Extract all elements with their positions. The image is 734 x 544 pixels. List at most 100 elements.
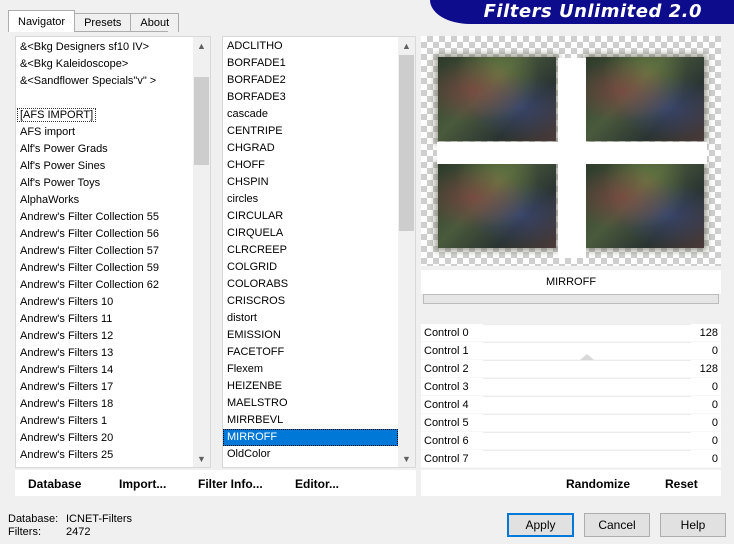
category-item[interactable]: AlphaWorks	[16, 192, 193, 209]
control-slider-row[interactable]: Control 2 128	[421, 354, 721, 378]
control-track[interactable]	[483, 396, 691, 397]
scroll-thumb[interactable]	[399, 55, 414, 231]
filter-item[interactable]: ADCLITHO	[223, 38, 398, 55]
tab-presets[interactable]: Presets	[74, 13, 132, 32]
filter-item[interactable]: EMISSION	[223, 327, 398, 344]
category-item[interactable]: Andrew's Filters 11	[16, 311, 193, 328]
control-slider-row[interactable]: Control 1 0	[421, 342, 721, 360]
filter-item-label: ADCLITHO	[227, 40, 283, 52]
category-item[interactable]: Andrew's Filters 20	[16, 430, 193, 447]
help-button[interactable]: Help	[660, 513, 726, 537]
filter-item[interactable]: BORFADE2	[223, 72, 398, 89]
category-item[interactable]: &<Bkg Kaleidoscope>	[16, 56, 193, 73]
category-item[interactable]: &<Bkg Designers sf10 IV>	[16, 39, 193, 56]
filter-item[interactable]: CIRQUELA	[223, 225, 398, 242]
filter-item[interactable]: CHGRAD	[223, 140, 398, 157]
scroll-up-icon[interactable]: ▲	[193, 37, 210, 54]
filter-item[interactable]: HEIZENBE	[223, 378, 398, 395]
scroll-thumb[interactable]	[194, 77, 209, 165]
filter-item[interactable]: distort	[223, 310, 398, 327]
category-item[interactable]: Andrew's Filter Collection 62	[16, 277, 193, 294]
control-track[interactable]	[483, 342, 691, 343]
category-item-label: &<Sandflower Specials"v" >	[20, 75, 157, 87]
filter-item[interactable]: MIRROFF	[223, 429, 398, 446]
filter-item[interactable]: FACETOFF	[223, 344, 398, 361]
control-track[interactable]	[483, 414, 691, 415]
filter-item[interactable]: CENTRIPE	[223, 123, 398, 140]
filter-item[interactable]: CLRCREEP	[223, 242, 398, 259]
control-track[interactable]	[483, 432, 691, 433]
category-item[interactable]: Andrew's Filters 10	[16, 294, 193, 311]
control-track[interactable]	[483, 450, 691, 451]
category-item-label: [AFS IMPORT]	[16, 108, 97, 122]
scroll-down-icon[interactable]: ▼	[398, 450, 415, 467]
category-item[interactable]: Andrew's Filters 14	[16, 362, 193, 379]
filter-scrollbar[interactable]: ▲ ▼	[398, 37, 415, 467]
filter-item[interactable]: COLGRID	[223, 259, 398, 276]
filter-item[interactable]: BORFADE3	[223, 89, 398, 106]
category-item[interactable]: Andrew's Filter Collection 59	[16, 260, 193, 277]
category-item-label: Alf's Power Sines	[20, 160, 106, 172]
category-list[interactable]: &<Bkg Designers sf10 IV> &<Bkg Kaleidosco…	[15, 36, 211, 468]
category-item[interactable]: AFS import	[16, 124, 193, 141]
scroll-down-icon[interactable]: ▼	[193, 450, 210, 467]
category-item[interactable]: Andrew's Filters 17	[16, 379, 193, 396]
filter-item[interactable]: Flexem	[223, 361, 398, 378]
category-item[interactable]: Andrew's Filters 25	[16, 447, 193, 464]
control-slider-row[interactable]: Control 7 0	[421, 450, 721, 468]
category-scrollbar[interactable]: ▲ ▼	[193, 37, 210, 467]
editor-button[interactable]: Editor...	[295, 475, 339, 493]
filter-item-label: MAELSTRO	[227, 397, 288, 409]
filter-item[interactable]: MIRRBEVL	[223, 412, 398, 429]
category-item[interactable]: Andrew's Filter Collection 57	[16, 243, 193, 260]
filter-item-label: CHSPIN	[227, 176, 269, 188]
filter-item[interactable]: COLORABS	[223, 276, 398, 293]
category-item[interactable]	[16, 90, 193, 107]
category-item-label: Andrew's Filter Collection 55	[20, 211, 160, 223]
randomize-button[interactable]: Randomize	[566, 475, 630, 493]
control-slider-row[interactable]: Control 6 0	[421, 432, 721, 450]
slider-thumb-icon[interactable]	[580, 354, 594, 360]
filter-item[interactable]: cascade	[223, 106, 398, 123]
category-item[interactable]: Andrew's Filters 13	[16, 345, 193, 362]
filter-item[interactable]: MAELSTRO	[223, 395, 398, 412]
category-item[interactable]: Andrew's Filters 18	[16, 396, 193, 413]
filter-item-label: CENTRIPE	[227, 125, 283, 137]
tab-navigator[interactable]: Navigator	[8, 10, 76, 32]
filter-item[interactable]: CHOFF	[223, 157, 398, 174]
reset-button[interactable]: Reset	[665, 475, 698, 493]
category-item[interactable]: Alf's Power Grads	[16, 141, 193, 158]
category-item[interactable]: Andrew's Filters 12	[16, 328, 193, 345]
control-slider-row[interactable]: Control 4 0	[421, 396, 721, 414]
filter-item[interactable]: circles	[223, 191, 398, 208]
category-item[interactable]: Alf's Power Toys	[16, 175, 193, 192]
category-item[interactable]: &<Sandflower Specials"v" >	[16, 73, 193, 90]
control-track[interactable]	[483, 378, 691, 379]
control-slider-row[interactable]: Control 0 128	[421, 324, 721, 342]
filter-item[interactable]: BORFADE1	[223, 55, 398, 72]
category-item[interactable]: Alf's Power Sines	[16, 158, 193, 175]
tab-about[interactable]: About	[130, 13, 180, 32]
cancel-button[interactable]: Cancel	[584, 513, 650, 537]
filter-list[interactable]: ADCLITHO BORFADE1 BORFADE2 BORFADE3 cascade C…	[222, 36, 416, 468]
filter-item[interactable]: OldColor	[223, 446, 398, 463]
category-item-label: AFS import	[20, 126, 76, 138]
database-button[interactable]: Database	[28, 475, 81, 493]
filter-item[interactable]: CHSPIN	[223, 174, 398, 191]
category-item[interactable]: [AFS IMPORT]	[16, 107, 193, 124]
control-track[interactable]	[483, 324, 691, 325]
control-slider-row[interactable]: Control 3 0	[421, 378, 721, 396]
category-item[interactable]: Andrew's Filter Collection 56	[16, 226, 193, 243]
category-item[interactable]: Andrew's Filters 1	[16, 413, 193, 430]
filter-item[interactable]: CRISCROS	[223, 293, 398, 310]
import-button[interactable]: Import...	[119, 475, 166, 493]
filter-info-button[interactable]: Filter Info...	[198, 475, 263, 493]
scroll-up-icon[interactable]: ▲	[398, 37, 415, 54]
control-slider-row[interactable]: Control 5 0	[421, 414, 721, 432]
apply-button[interactable]: Apply	[507, 513, 574, 537]
progress-bar	[423, 294, 719, 304]
filter-item[interactable]: CIRCULAR	[223, 208, 398, 225]
control-track[interactable]	[483, 354, 691, 361]
category-item-label: Andrew's Filters 14	[20, 364, 114, 376]
category-item[interactable]: Andrew's Filter Collection 55	[16, 209, 193, 226]
